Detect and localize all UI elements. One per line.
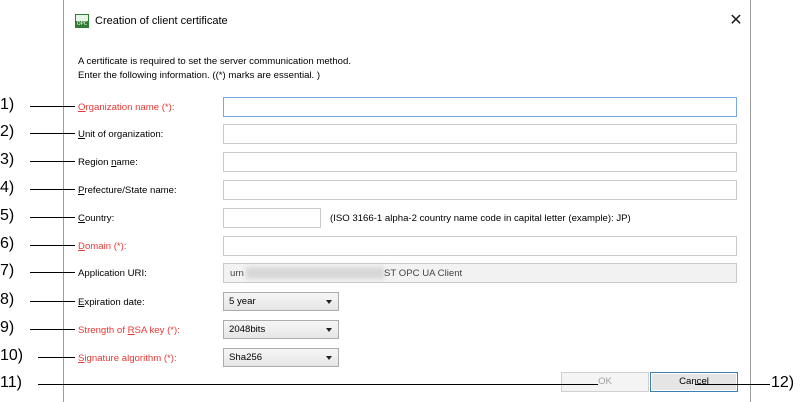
callout-line (30, 301, 75, 302)
callout-10: 10) (0, 347, 24, 364)
callout-2: 2) (0, 123, 15, 140)
domain-input[interactable] (223, 236, 737, 256)
prefecture-state-name-input[interactable] (223, 180, 737, 200)
opc-icon-text: OPC (76, 21, 88, 27)
country-hint: (ISO 3166-1 alpha-2 country name code in… (330, 213, 631, 224)
callout-11: 11) (0, 374, 22, 391)
application-uri-label: Application URI: (78, 268, 147, 279)
intro-line-2: Enter the following information. ((*) ma… (78, 70, 321, 81)
callout-line (30, 161, 75, 162)
close-icon[interactable]: ✕ (727, 11, 745, 29)
callout-line (30, 272, 75, 273)
ok-button[interactable]: OK (561, 372, 649, 392)
callout-line (30, 329, 75, 330)
callout-line (30, 106, 75, 107)
region-name-label: Region name: (78, 157, 138, 168)
organization-name-label: Organization name (*): (78, 102, 175, 113)
callout-5: 5) (0, 207, 15, 224)
country-label: Country: (78, 213, 115, 224)
callout-1: 1) (0, 96, 15, 113)
rsa-key-strength-label: Strength of RSA key (*): (78, 325, 180, 336)
callout-line (30, 133, 75, 134)
rsa-key-strength-value: 2048bits (229, 324, 266, 335)
callout-line (30, 245, 75, 246)
country-input[interactable] (223, 208, 321, 228)
opc-app-icon: OPC (75, 14, 89, 28)
region-name-input[interactable] (223, 152, 737, 172)
callout-9: 9) (0, 319, 15, 336)
callout-line (38, 384, 598, 385)
intro-line-1: A certificate is required to set the ser… (78, 56, 352, 67)
expiration-date-value: 5 year (229, 296, 256, 307)
dropdown-arrow-icon (326, 300, 332, 304)
cancel-button[interactable]: Cancel (650, 372, 738, 392)
dropdown-arrow-icon (326, 356, 332, 360)
unit-of-organization-input[interactable] (223, 124, 737, 144)
signature-algorithm-label: Signature algorithm (*): (78, 353, 177, 364)
domain-label: Domain (*): (78, 241, 127, 252)
callout-line (695, 384, 770, 385)
callout-12: 12) (771, 374, 795, 391)
prefecture-state-name-label: Prefecture/State name: (78, 185, 177, 196)
title-bar: OPC Creation of client certificate ✕ (63, 8, 751, 34)
callout-8: 8) (0, 291, 15, 308)
redacted-region (246, 267, 384, 279)
organization-name-input[interactable] (223, 97, 737, 117)
signature-algorithm-value: Sha256 (229, 352, 263, 363)
signature-algorithm-select[interactable]: Sha256 (223, 348, 339, 367)
application-uri-value-start: urn (230, 268, 244, 279)
dialog-title: Creation of client certificate (95, 15, 228, 27)
callout-7: 7) (0, 262, 15, 279)
callout-line (30, 217, 75, 218)
dropdown-arrow-icon (326, 328, 332, 332)
callout-3: 3) (0, 151, 15, 168)
callout-line (38, 357, 75, 358)
application-uri-field: urn ST OPC UA Client (223, 263, 737, 283)
application-uri-value-end: ST OPC UA Client (384, 268, 463, 279)
expiration-date-select[interactable]: 5 year (223, 292, 339, 311)
rsa-key-strength-select[interactable]: 2048bits (223, 320, 339, 339)
callout-4: 4) (0, 179, 15, 196)
unit-of-organization-label: Unit of organization: (78, 129, 164, 140)
expiration-date-label: Expiration date: (78, 297, 145, 308)
callout-line (30, 189, 75, 190)
callout-6: 6) (0, 235, 15, 252)
